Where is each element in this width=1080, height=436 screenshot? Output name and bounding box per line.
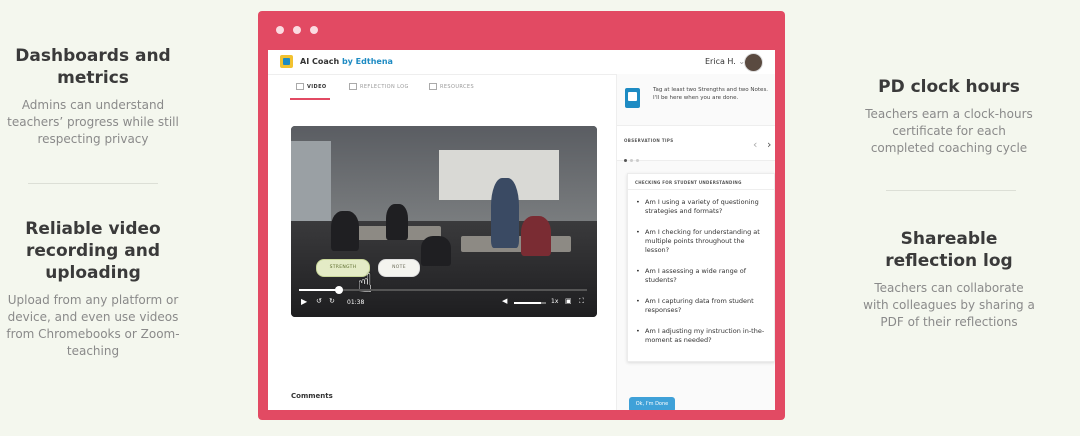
browser-frame: AI Coach by Edthena Erica H. ⌄ VIDEO REF… — [258, 11, 785, 420]
feature-reflection-log: Shareable reflection log Teachers can co… — [860, 228, 1038, 331]
note-tag-button[interactable]: NOTE — [378, 259, 420, 277]
list-item: Am I assessing a wide range of students? — [636, 267, 770, 285]
divider — [28, 183, 158, 184]
window-dot-icon — [310, 26, 318, 34]
hand-cursor-icon: ☝ — [357, 269, 373, 299]
list-item: Am I using a variety of questioning stra… — [636, 198, 770, 216]
volume-icon[interactable]: ◀ — [502, 297, 507, 305]
observation-tips-header: OBSERVATION TIPS ‹ › — [617, 125, 775, 162]
tip-question-list: Am I using a variety of questioning stra… — [636, 198, 770, 357]
forward-icon[interactable]: ↻ — [329, 297, 335, 305]
captions-icon[interactable]: ▣ — [565, 297, 572, 305]
coach-prompt: Tag at least two Strengths and two Notes… — [653, 87, 769, 101]
video-frame-person — [386, 204, 408, 240]
feature-pd-clock-hours: PD clock hours Teachers earn a clock-hou… — [860, 76, 1038, 157]
pagination-dot[interactable] — [624, 159, 627, 162]
video-frame-person — [491, 178, 519, 248]
comments-heading: Comments — [291, 392, 333, 400]
tips-pagination — [624, 147, 642, 166]
window-dot-icon — [276, 26, 284, 34]
video-player[interactable]: STRENGTH NOTE ☝ ▶ ↺ ↻ 01:38 ◀ 1x ▣ ⛶ — [291, 126, 597, 317]
list-item: Am I checking for understanding at multi… — [636, 228, 770, 255]
tag-chips: STRENGTH NOTE — [316, 259, 436, 277]
feature-title: Dashboards and metrics — [15, 46, 171, 88]
volume-slider[interactable] — [514, 302, 546, 304]
volume-fill — [514, 302, 542, 304]
video-frame-person — [521, 216, 551, 256]
tab-bar: VIDEO REFLECTION LOG RESOURCES — [268, 74, 608, 100]
video-time: 01:38 — [347, 299, 365, 306]
done-button[interactable]: Ok, I'm Done — [629, 397, 675, 410]
coach-bot-icon — [625, 88, 640, 108]
divider — [628, 189, 774, 190]
brand-by: by Edthena — [341, 57, 393, 66]
list-item: Am I capturing data from student respons… — [636, 297, 770, 315]
tip-card-title: CHECKING FOR STUDENT UNDERSTANDING — [635, 180, 742, 185]
brand-name: AI Coach by Edthena — [300, 57, 393, 66]
tab-resources[interactable]: RESOURCES — [429, 83, 474, 90]
feature-desc: Admins can understand teachers’ progress… — [7, 98, 179, 146]
video-frame-window — [291, 141, 331, 221]
user-menu[interactable]: Erica H. ⌄ — [705, 57, 745, 66]
coach-panel: Tag at least two Strengths and two Notes… — [616, 74, 775, 410]
playback-speed[interactable]: 1x — [551, 298, 558, 305]
video-progress-fill — [299, 289, 340, 291]
chevron-left-icon[interactable]: ‹ — [753, 138, 757, 151]
pagination-dot[interactable] — [630, 159, 633, 162]
app-window: AI Coach by Edthena Erica H. ⌄ VIDEO REF… — [268, 50, 775, 410]
divider — [886, 190, 1016, 191]
feature-title: PD clock hours — [878, 77, 1020, 97]
tab-reflection-log[interactable]: REFLECTION LOG — [349, 83, 409, 90]
feature-title: Reliable video recording and uploading — [25, 219, 161, 283]
video-frame-person — [331, 211, 359, 251]
feature-desc: Teachers can collaborate with colleagues… — [863, 281, 1035, 329]
video-icon — [296, 83, 304, 90]
rewind-icon[interactable]: ↺ — [316, 297, 322, 305]
pagination-dot[interactable] — [636, 159, 639, 162]
list-item: Am I adjusting my instruction in-the-mom… — [636, 327, 770, 345]
tip-card: CHECKING FOR STUDENT UNDERSTANDING Am I … — [627, 173, 775, 362]
folder-icon — [429, 83, 437, 90]
feature-desc: Upload from any platform or device, and … — [6, 293, 180, 358]
observation-tips-label: OBSERVATION TIPS — [624, 138, 674, 143]
edthena-logo-icon — [280, 55, 293, 68]
play-icon[interactable]: ▶ — [301, 297, 307, 306]
app-header: AI Coach by Edthena Erica H. ⌄ — [268, 50, 775, 75]
video-progress-bar[interactable] — [299, 286, 587, 294]
window-dot-icon — [293, 26, 301, 34]
feature-desc: Teachers earn a clock-hours certificate … — [865, 107, 1033, 155]
feature-title: Shareable reflection log — [885, 229, 1013, 271]
fullscreen-icon[interactable]: ⛶ — [579, 297, 584, 306]
list-icon — [349, 83, 357, 90]
chevron-right-icon[interactable]: › — [767, 138, 771, 151]
feature-video-recording: Reliable video recording and uploading U… — [5, 218, 181, 360]
feature-dashboards: Dashboards and metrics Admins can unders… — [5, 45, 181, 148]
tab-video[interactable]: VIDEO — [296, 83, 327, 90]
avatar[interactable] — [744, 53, 763, 72]
active-tab-indicator — [290, 98, 330, 100]
